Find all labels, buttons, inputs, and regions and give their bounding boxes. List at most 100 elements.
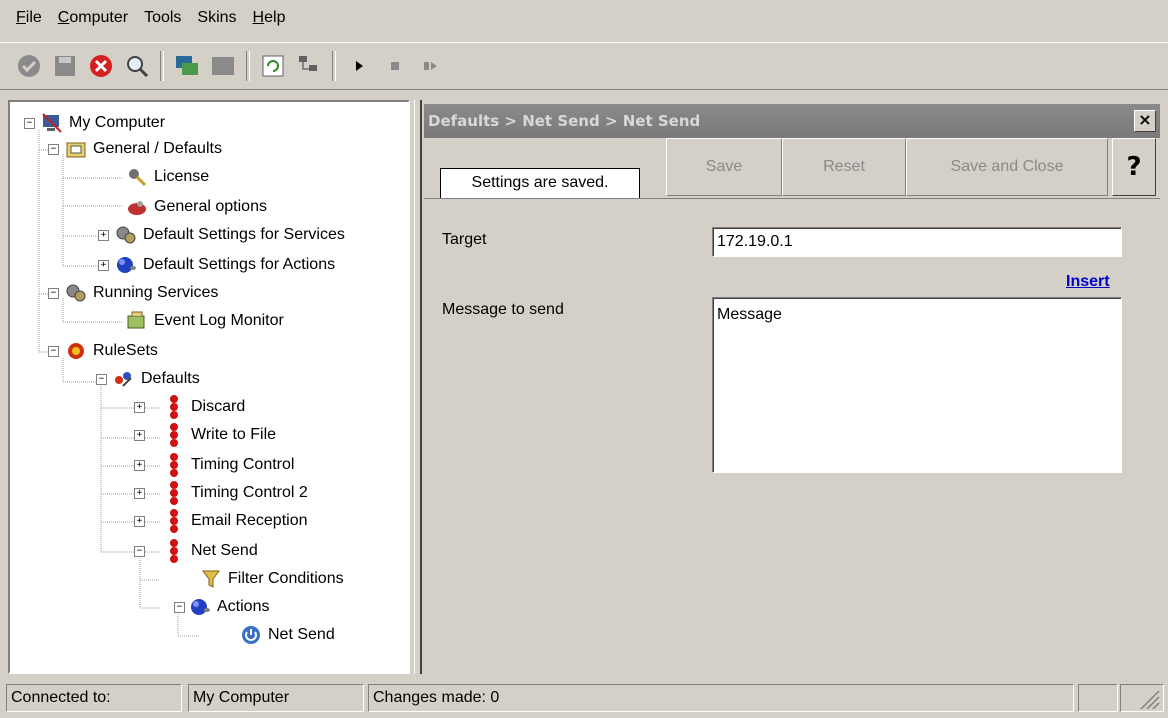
event-log-icon — [126, 310, 148, 332]
save-and-close-button[interactable]: Save and Close — [906, 138, 1108, 196]
tree-node-label: General / Defaults — [93, 140, 222, 157]
tree-node-label: Email Reception — [191, 512, 308, 529]
tree-node-label: Discard — [191, 398, 246, 415]
settings-form: Target Insert Message to send Message — [424, 198, 1160, 675]
resize-grip-icon — [1138, 690, 1160, 712]
target-label: Target — [442, 231, 487, 248]
expand-toggle[interactable]: + — [134, 401, 145, 413]
tree-node-default-actions[interactable]: + Default Settings for Actions — [98, 252, 335, 278]
panel-splitter[interactable] — [414, 100, 422, 674]
message-label: Message to send — [442, 301, 564, 318]
tree-view[interactable]: − My Computer − General / Defaults Licen… — [8, 100, 410, 674]
expand-toggle[interactable]: + — [98, 229, 109, 241]
status-bar: Connected to: My Computer Changes made: … — [0, 680, 1168, 715]
tree-node-label: General options — [154, 198, 267, 215]
help-button[interactable]: ? — [1112, 138, 1156, 196]
status-empty-cell — [1078, 684, 1118, 712]
tree-node-label: Filter Conditions — [228, 570, 344, 587]
gears-icon — [115, 224, 137, 246]
message-textarea[interactable]: Message — [712, 297, 1122, 473]
toolbar-separator — [332, 51, 336, 81]
collapse-toggle[interactable]: − — [48, 287, 59, 299]
tree-node-timing-control[interactable]: + Timing Control — [134, 452, 294, 478]
tree-node-discard[interactable]: + Discard — [134, 394, 245, 420]
save-button[interactable]: Save — [666, 138, 782, 196]
expand-toggle[interactable]: + — [134, 459, 145, 471]
rule-red-icon — [163, 481, 185, 505]
play-icon[interactable] — [344, 51, 374, 81]
tree-node-actions[interactable]: − Actions — [174, 594, 269, 620]
computer-network-icon[interactable] — [172, 51, 202, 81]
insert-link[interactable]: Insert — [1066, 273, 1110, 291]
menu-bar: File Computer Tools Skins Help — [0, 0, 1168, 36]
collapse-toggle[interactable]: − — [174, 601, 185, 613]
tree-node-net-send[interactable]: − Net Send — [134, 538, 258, 564]
tree-node-general-defaults[interactable]: − General / Defaults — [48, 136, 222, 162]
collapse-toggle[interactable]: − — [48, 345, 59, 357]
tree-node-label: Defaults — [141, 370, 200, 387]
breadcrumb: Defaults > Net Send > Net Send — [428, 112, 701, 130]
menu-help[interactable]: Help — [245, 9, 294, 27]
toolbar — [0, 42, 1168, 90]
status-connected-value: My Computer — [188, 684, 364, 712]
tree-node-defaults[interactable]: − Defaults — [96, 366, 200, 392]
tree-config-icon[interactable] — [294, 51, 324, 81]
tree-node-timing-control-2[interactable]: + Timing Control 2 — [134, 480, 308, 506]
tree-node-label: Actions — [217, 598, 270, 615]
menu-computer[interactable]: Computer — [50, 9, 136, 27]
tree-node-rulesets[interactable]: − RuleSets — [48, 338, 158, 364]
tree-node-label: Running Services — [93, 284, 219, 301]
collapse-toggle[interactable]: − — [96, 373, 107, 385]
reset-button[interactable]: Reset — [782, 138, 906, 196]
status-message: Settings are saved. — [440, 168, 640, 198]
tree-node-running-services[interactable]: − Running Services — [48, 280, 218, 306]
action-row: Settings are saved. Save Reset Save and … — [424, 138, 1160, 198]
folder-icon — [65, 138, 87, 160]
expand-toggle[interactable]: + — [134, 515, 145, 527]
check-circle-icon[interactable] — [14, 51, 44, 81]
license-keys-icon — [126, 166, 148, 188]
tree-node-label: RuleSets — [93, 342, 158, 359]
power-icon — [240, 624, 262, 646]
stop-red-icon[interactable] — [86, 51, 116, 81]
stop-icon[interactable] — [380, 51, 410, 81]
step-icon[interactable] — [416, 51, 446, 81]
expand-toggle[interactable]: + — [98, 259, 109, 271]
tree-node-label: Default Settings for Services — [143, 226, 345, 243]
tree-node-label: My Computer — [69, 114, 166, 131]
collapse-toggle[interactable]: − — [48, 143, 59, 155]
rule-red-icon — [163, 423, 185, 447]
expand-toggle[interactable]: + — [134, 429, 145, 441]
collapse-toggle[interactable]: − — [134, 545, 145, 557]
toolbar-separator — [246, 51, 250, 81]
target-input[interactable] — [712, 227, 1122, 257]
tree-node-default-services[interactable]: + Default Settings for Services — [98, 222, 345, 248]
tree-node-label: Default Settings for Actions — [143, 256, 336, 273]
status-changes: Changes made: 0 — [368, 684, 1074, 712]
ruleset-icon — [65, 340, 87, 362]
toolbar-separator — [160, 51, 164, 81]
expand-toggle[interactable]: + — [134, 487, 145, 499]
tree-node-event-log-monitor[interactable]: Event Log Monitor — [126, 308, 284, 334]
collapse-toggle[interactable]: − — [24, 117, 35, 129]
tree-node-write-to-file[interactable]: + Write to File — [134, 422, 276, 448]
menu-tools[interactable]: Tools — [136, 9, 189, 27]
gears-icon — [65, 282, 87, 304]
rule-red-icon — [163, 539, 185, 563]
defaults-icon — [113, 368, 135, 390]
monitor-icon[interactable] — [208, 51, 238, 81]
tree-node-net-send-action[interactable]: Net Send — [240, 622, 335, 648]
close-button[interactable]: × — [1134, 110, 1156, 132]
refresh-icon[interactable] — [258, 51, 288, 81]
tree-node-general-options[interactable]: General options — [126, 194, 267, 220]
tree-node-license[interactable]: License — [126, 164, 209, 190]
tree-node-my-computer[interactable]: − My Computer — [24, 110, 165, 136]
search-magnifier-icon[interactable] — [122, 51, 152, 81]
menu-skins[interactable]: Skins — [189, 9, 244, 27]
save-disk-icon[interactable] — [50, 51, 80, 81]
menu-file[interactable]: File — [8, 9, 50, 27]
rule-red-icon — [163, 453, 185, 477]
tree-node-filter-conditions[interactable]: Filter Conditions — [200, 566, 344, 592]
tree-node-email-reception[interactable]: + Email Reception — [134, 508, 308, 534]
resize-grip[interactable] — [1120, 684, 1164, 712]
